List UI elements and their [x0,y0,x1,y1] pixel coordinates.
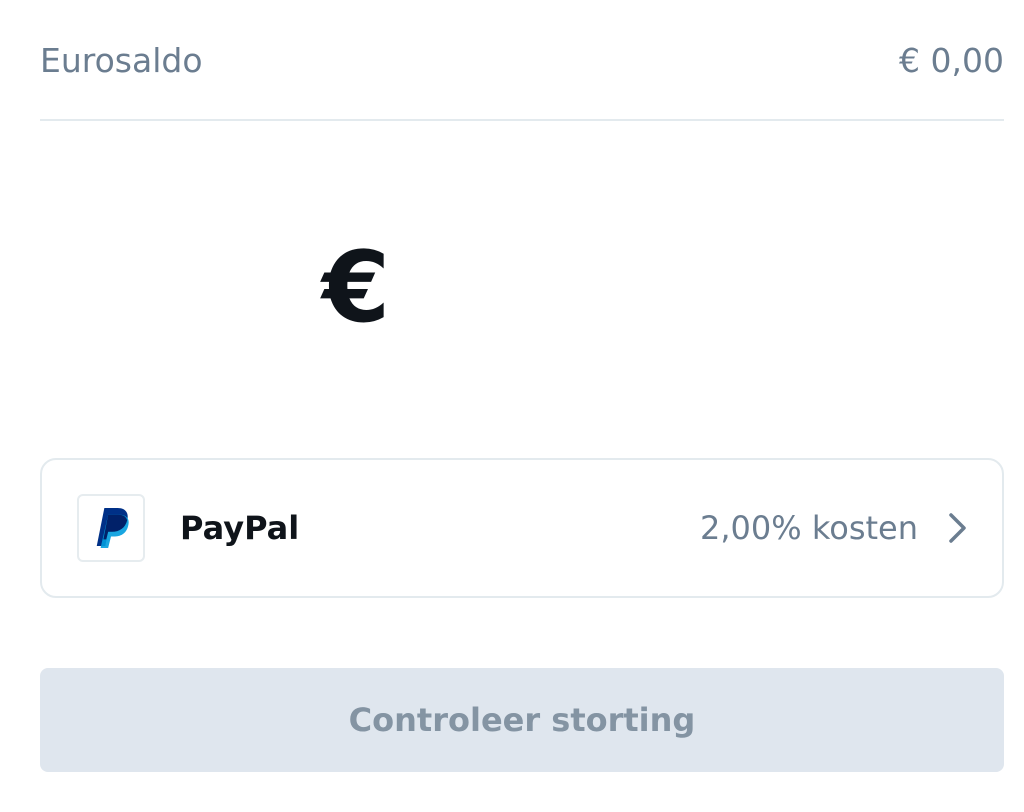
paypal-logo-svg [96,508,129,548]
review-deposit-button[interactable]: Controleer storting [40,668,1004,772]
chevron-right-icon [946,511,970,545]
euro-currency-symbol: € [322,231,391,345]
payment-method-name: PayPal [180,509,300,547]
deposit-page: Eurosaldo € 0,00 € PayPal 2,00% kosten C… [0,0,1024,812]
amount-input-group[interactable]: € [322,228,1024,348]
balance-label: Eurosaldo [40,40,203,80]
amount-input[interactable] [390,238,1024,338]
payment-method-selector[interactable]: PayPal 2,00% kosten [40,458,1004,598]
balance-value: € 0,00 [899,40,1004,80]
paypal-logo-icon [77,494,145,562]
divider [40,119,1004,121]
balance-row: Eurosaldo € 0,00 [40,32,1004,88]
payment-fee: 2,00% kosten [700,509,918,547]
